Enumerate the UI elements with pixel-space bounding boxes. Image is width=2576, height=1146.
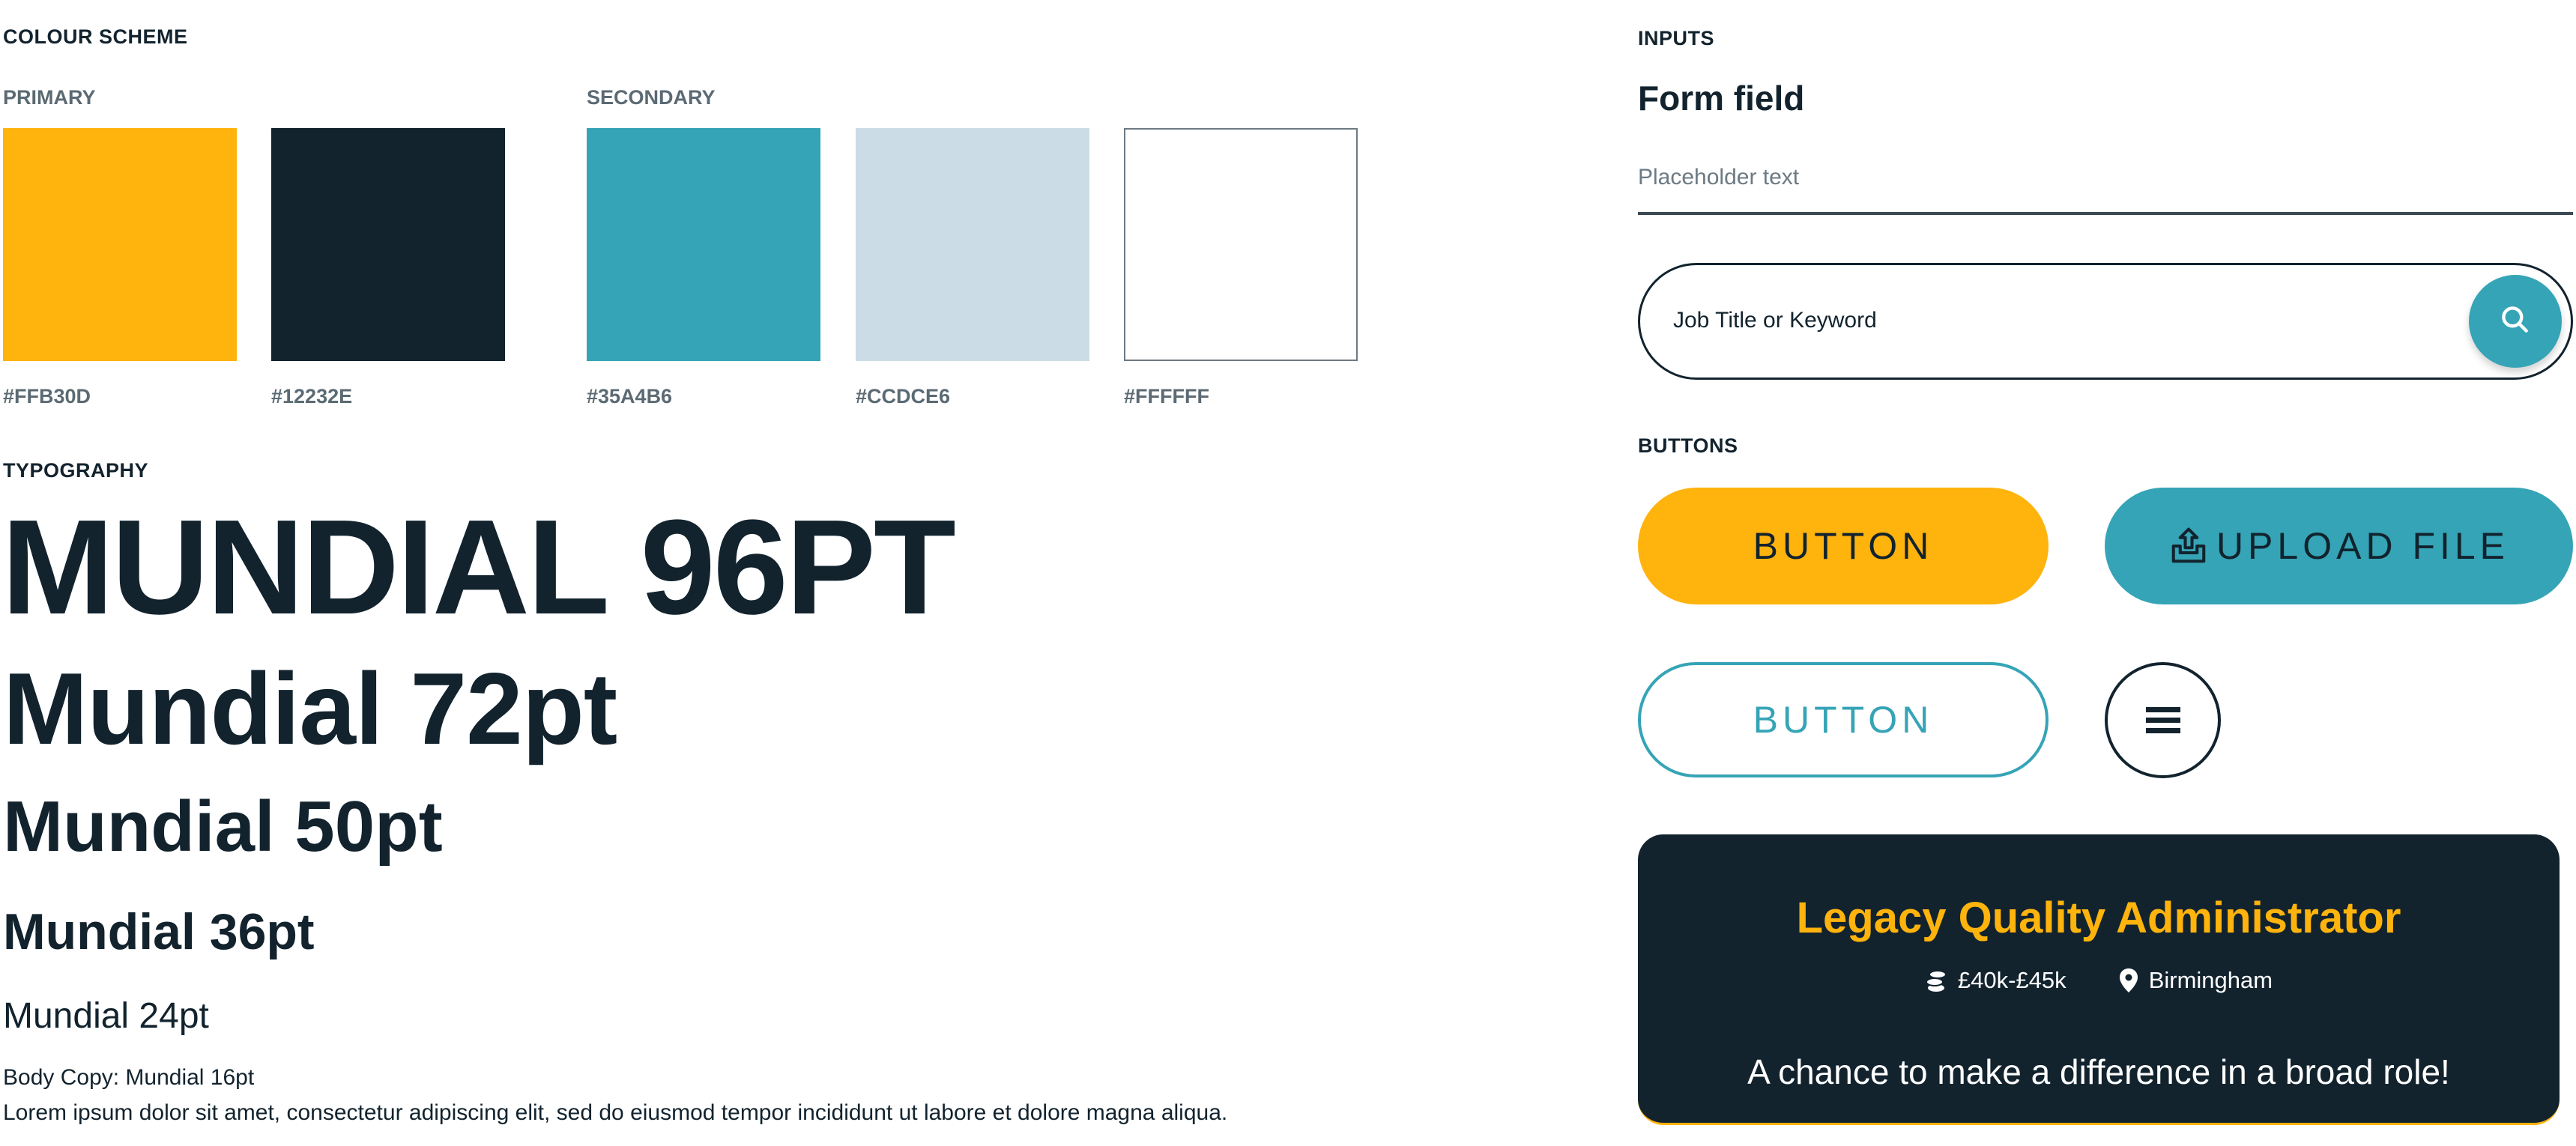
swatch-hex-label: #FFB30D: [3, 385, 91, 407]
type-sample-96pt: MUNDIAL 96PT: [1, 492, 956, 643]
swatch-navy: [271, 128, 505, 361]
swatch-white: [1124, 128, 1358, 361]
outline-button[interactable]: BUTTON: [1638, 662, 2049, 777]
buttons-heading: BUTTONS: [1638, 434, 1738, 457]
body-copy-label: Body Copy: Mundial 16pt: [3, 1065, 255, 1090]
primary-button-label: BUTTON: [1753, 525, 1934, 567]
form-field-placeholder: Placeholder text: [1638, 165, 1800, 190]
upload-icon: [2168, 526, 2209, 566]
inputs-heading: INPUTS: [1638, 27, 1715, 49]
upload-file-label: UPLOAD FILE: [2216, 525, 2510, 567]
type-sample-72pt: Mundial 72pt: [3, 652, 617, 765]
swatch-light-blue: [856, 128, 1089, 361]
job-search-placeholder: Job Title or Keyword: [1673, 308, 1877, 333]
job-location: Birmingham: [2119, 967, 2273, 994]
colour-scheme-heading: COLOUR SCHEME: [3, 25, 188, 48]
hamburger-menu-icon: [2145, 706, 2180, 736]
search-button[interactable]: [2469, 275, 2562, 368]
form-field-input[interactable]: Placeholder text: [1638, 165, 2573, 216]
job-salary-text: £40k-£45k: [1957, 967, 2066, 993]
swatch-hex-label: #12232E: [271, 385, 353, 407]
job-search-input[interactable]: Job Title or Keyword: [1638, 263, 2573, 380]
job-title[interactable]: Legacy Quality Administrator: [1797, 894, 2401, 942]
swatch-teal: [587, 128, 820, 361]
coins-icon: [1925, 968, 1947, 993]
outline-button-label: BUTTON: [1753, 699, 1934, 741]
map-pin-icon: [2119, 968, 2138, 993]
form-field-underline: [1638, 212, 2573, 215]
form-field-label: Form field: [1638, 79, 1805, 118]
body-copy-sample: Lorem ipsum dolor sit amet, consectetur …: [3, 1100, 1228, 1125]
typography-heading: TYPOGRAPHY: [3, 459, 149, 482]
job-tagline: A chance to make a difference in a broad…: [1747, 1052, 2450, 1091]
type-sample-24pt: Mundial 24pt: [3, 996, 209, 1036]
upload-file-button[interactable]: UPLOAD FILE: [2105, 488, 2573, 604]
swatch-hex-label: #35A4B6: [587, 385, 673, 407]
job-card[interactable]: Legacy Quality Administrator £40k-£45k B…: [1638, 834, 2560, 1125]
primary-button[interactable]: BUTTON: [1638, 488, 2049, 604]
job-salary: £40k-£45k: [1925, 967, 2066, 994]
swatch-hex-label: #CCDCE6: [856, 385, 951, 407]
swatch-hex-label: #FFFFFF: [1124, 385, 1209, 407]
swatch-yellow: [3, 128, 237, 361]
primary-label: PRIMARY: [3, 86, 96, 109]
job-location-text: Birmingham: [2148, 967, 2273, 993]
menu-button[interactable]: [2105, 662, 2221, 778]
type-sample-36pt: Mundial 36pt: [3, 903, 315, 960]
search-icon: [2499, 303, 2532, 340]
type-sample-50pt: Mundial 50pt: [3, 786, 443, 867]
secondary-label: SECONDARY: [587, 86, 716, 109]
